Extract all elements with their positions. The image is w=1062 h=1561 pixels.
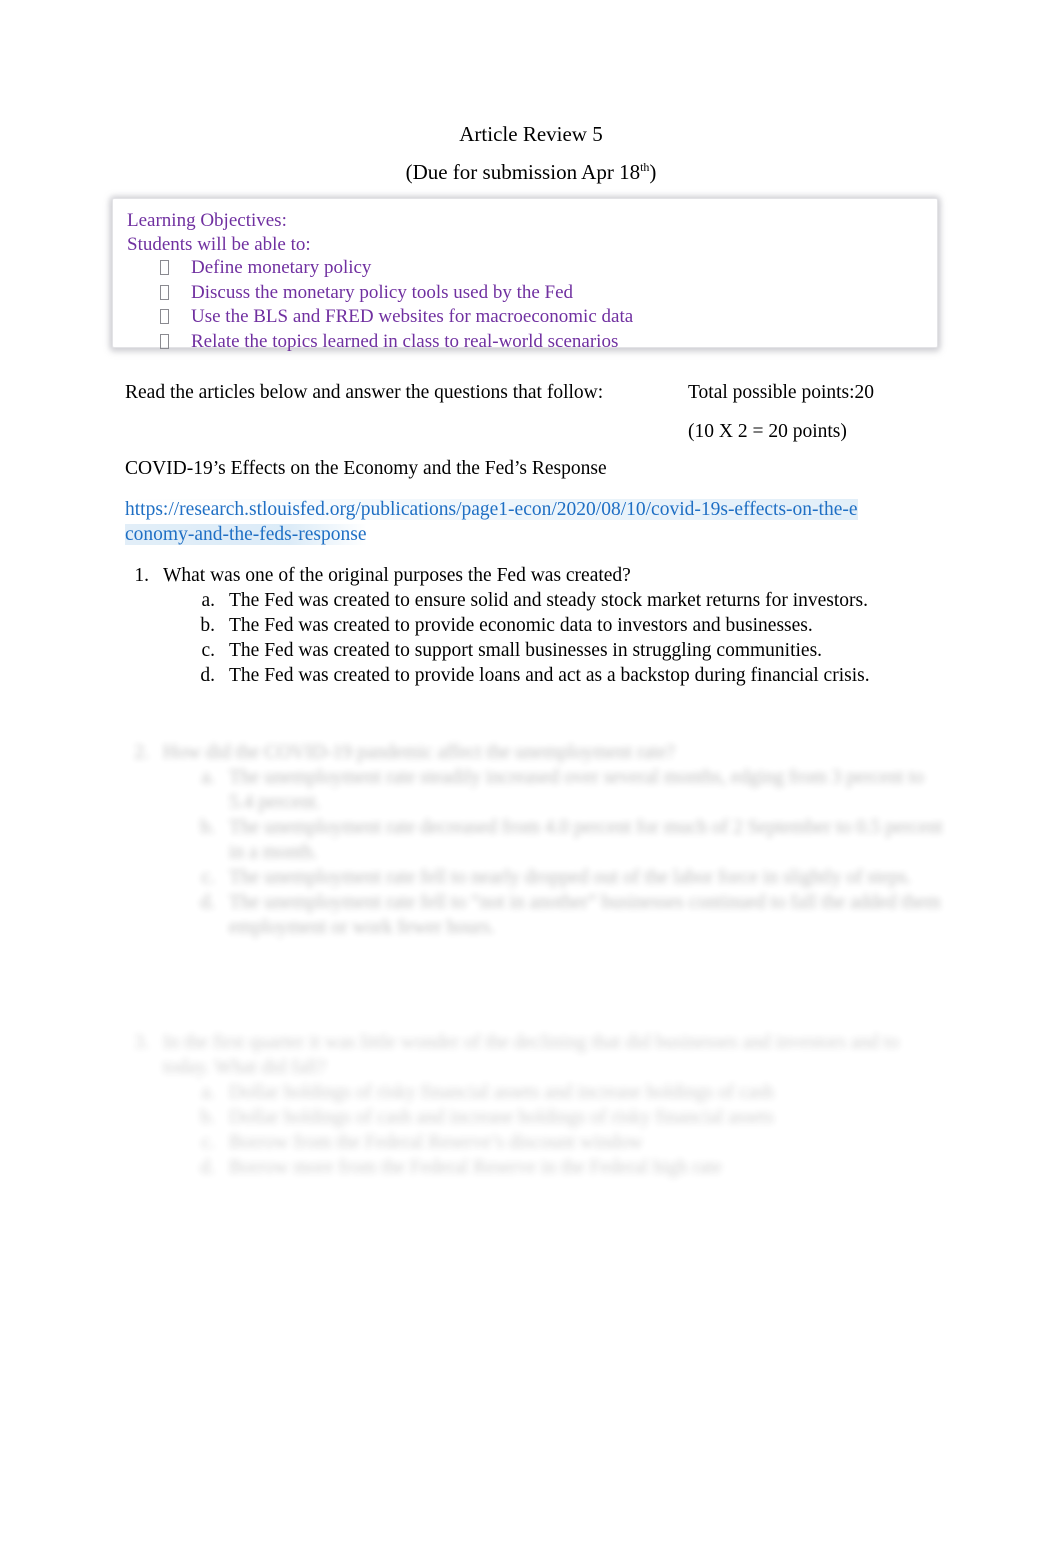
option-letter: a. xyxy=(201,767,215,788)
question-3-option-c[interactable]: c. Borrow from the Federal Reserve’s dis… xyxy=(125,1130,945,1155)
option-letter: b. xyxy=(200,615,215,636)
learning-objectives-box: Learning Objectives: Students will be ab… xyxy=(112,198,938,352)
question-3-text: In the first quarter it was little wonde… xyxy=(163,1032,899,1078)
question-2-row: 2. How did the COVID-19 pandemic affect … xyxy=(125,740,945,765)
option-label: The Fed was created to provide economic … xyxy=(229,615,813,636)
learning-objectives-intro: Students will be able to: xyxy=(127,233,311,255)
question-2-text: How did the COVID-19 pandemic affect the… xyxy=(163,742,675,763)
option-label: The Fed was created to provide loans and… xyxy=(229,665,870,686)
question-1-option-b[interactable]: b. The Fed was created to provide econom… xyxy=(125,613,945,638)
learning-objectives-list: Define monetary policy Discuss the monet… xyxy=(127,256,923,354)
list-item: Discuss the monetary policy tools used b… xyxy=(127,281,923,306)
list-item-label: Define monetary policy xyxy=(191,257,372,278)
option-letter: c. xyxy=(201,867,215,888)
question-3-block: 3. In the first quarter it was little wo… xyxy=(125,1030,945,1180)
question-3-number: 3. xyxy=(134,1032,149,1053)
option-letter: b. xyxy=(200,1107,215,1128)
list-item-label: Relate the topics learned in class to re… xyxy=(191,330,619,352)
question-1-row: 1. What was one of the original purposes… xyxy=(125,563,945,588)
learning-objectives-heading: Learning Objectives: xyxy=(127,210,287,231)
question-3-option-d[interactable]: d. Borrow more from the Federal Reserve … xyxy=(125,1155,945,1180)
document-page: Article Review 5 (Due for submission Apr… xyxy=(0,0,1062,1561)
option-label: Borrow from the Federal Reserve’s discou… xyxy=(229,1132,643,1153)
question-1-option-c[interactable]: c. The Fed was created to support small … xyxy=(125,638,945,663)
list-item: Relate the topics learned in class to re… xyxy=(127,330,923,355)
question-2-option-d[interactable]: d. The unemployment rate fell to “not in… xyxy=(125,890,945,940)
missing-glyph-box-icon xyxy=(127,256,191,281)
option-letter: d. xyxy=(200,1157,215,1178)
option-label: Borrow more from the Federal Reserve in … xyxy=(229,1157,722,1178)
question-3-option-a[interactable]: a. Dollar holdings of risky financial as… xyxy=(125,1080,945,1105)
option-label: Dollar holdings of risky financial asset… xyxy=(229,1082,774,1103)
option-label: The unemployment rate steadily increased… xyxy=(229,767,924,813)
option-letter: b. xyxy=(200,817,215,838)
option-letter: c. xyxy=(201,640,215,661)
page-title: Article Review 5 xyxy=(459,122,603,146)
list-item-label: Use the BLS and FRED websites for macroe… xyxy=(191,306,634,327)
question-1-option-d[interactable]: d. The Fed was created to provide loans … xyxy=(125,663,945,688)
option-label: The Fed was created to ensure solid and … xyxy=(229,590,868,611)
option-label: The unemployment rate decreased from 4.0… xyxy=(229,817,943,863)
question-1-block: 1. What was one of the original purposes… xyxy=(125,563,945,688)
missing-glyph-box-icon xyxy=(127,330,191,355)
list-item: Define monetary policy xyxy=(127,256,923,281)
list-item: Use the BLS and FRED websites for macroe… xyxy=(127,305,923,330)
question-2-number: 2. xyxy=(134,742,149,763)
option-letter: d. xyxy=(200,665,215,686)
question-2-option-c[interactable]: c. The unemployment rate fell to nearly … xyxy=(125,865,945,890)
question-2-option-a[interactable]: a. The unemployment rate steadily increa… xyxy=(125,765,945,815)
missing-glyph-box-icon xyxy=(127,281,191,306)
points-breakdown-label: (10 X 2 = 20 points) xyxy=(688,421,847,442)
article-url-link[interactable]: https://research.stlouisfed.org/publicat… xyxy=(125,499,858,545)
option-letter: d. xyxy=(200,892,215,913)
question-2-option-b[interactable]: b. The unemployment rate decreased from … xyxy=(125,815,945,865)
question-1-number: 1. xyxy=(134,565,149,586)
question-1-option-a[interactable]: a. The Fed was created to ensure solid a… xyxy=(125,588,945,613)
option-letter: c. xyxy=(201,1132,215,1153)
article-url-block: https://research.stlouisfed.org/publicat… xyxy=(125,498,865,547)
option-label: The unemployment rate fell to “not in an… xyxy=(229,892,941,938)
instructions-read-line: Read the articles below and answer the q… xyxy=(125,382,604,403)
due-date-prefix: (Due for submission Apr 18 xyxy=(405,160,641,184)
missing-glyph-box-icon xyxy=(127,305,191,330)
list-item-label: Discuss the monetary policy tools used b… xyxy=(191,281,574,303)
due-date-subtitle: (Due for submission Apr 18th) xyxy=(0,160,1062,184)
question-3-option-b[interactable]: b. Dollar holdings of cash and increase … xyxy=(125,1105,945,1130)
question-3-row: 3. In the first quarter it was little wo… xyxy=(125,1030,945,1080)
option-letter: a. xyxy=(201,1082,215,1103)
question-1-text: What was one of the original purposes th… xyxy=(163,565,631,586)
due-date-suffix: ) xyxy=(649,160,657,184)
option-label: The Fed was created to support small bus… xyxy=(229,640,823,661)
option-label: The unemployment rate fell to nearly dro… xyxy=(229,867,912,888)
option-label: Dollar holdings of cash and increase hol… xyxy=(229,1107,774,1128)
question-2-block: 2. How did the COVID-19 pandemic affect … xyxy=(125,740,945,940)
article-heading: COVID-19’s Effects on the Economy and th… xyxy=(125,458,607,479)
total-points-label: Total possible points:20 xyxy=(688,382,875,403)
option-letter: a. xyxy=(201,590,215,611)
